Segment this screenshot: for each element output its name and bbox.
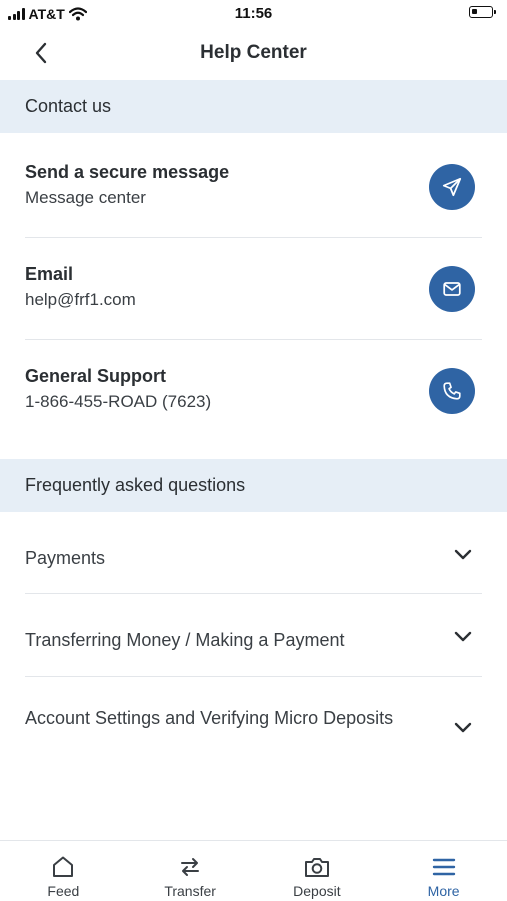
support-phone-row[interactable]: General Support 1-866-455-ROAD (7623) — [25, 340, 482, 442]
bottom-tab-bar: Feed Transfer Deposit More — [0, 840, 507, 901]
clock: 11:56 — [234, 5, 273, 22]
battery-icon — [469, 6, 496, 18]
tab-label: More — [427, 883, 460, 899]
section-title: Frequently asked questions — [25, 475, 246, 495]
tab-feed[interactable]: Feed — [0, 841, 127, 901]
tab-more[interactable]: More — [380, 841, 507, 901]
faq-item-transferring-money[interactable]: Transferring Money / Making a Payment — [25, 594, 482, 677]
mail-icon — [443, 282, 461, 296]
email-row[interactable]: Email help@frf1.com — [25, 238, 482, 340]
faq-question: Payments — [25, 548, 106, 568]
faq-question: Account Settings and Verifying Micro Dep… — [25, 708, 394, 728]
page-title: Help Center — [200, 42, 307, 63]
faq-item-payments[interactable]: Payments — [25, 512, 482, 594]
call-button[interactable] — [429, 368, 475, 414]
faq-question: Transferring Money / Making a Payment — [25, 630, 345, 650]
row-title: Email — [25, 264, 74, 284]
camera-icon — [303, 853, 331, 881]
row-title: Send a secure message — [25, 162, 230, 182]
send-message-button[interactable] — [429, 164, 475, 210]
faq-section-header: Frequently asked questions — [0, 459, 507, 512]
tab-label: Deposit — [293, 883, 341, 899]
email-button[interactable] — [429, 266, 475, 312]
row-subtitle: help@frf1.com — [25, 290, 136, 309]
row-title: General Support — [25, 366, 167, 386]
row-subtitle: 1-866-455-ROAD (7623) — [25, 392, 212, 411]
tab-label: Transfer — [164, 883, 216, 899]
contact-section-header: Contact us — [0, 80, 507, 133]
transfer-arrows-icon — [176, 853, 204, 881]
status-bar: AT&T 11:56 — [0, 0, 507, 30]
section-title: Contact us — [25, 96, 112, 116]
chevron-down-icon — [452, 717, 474, 739]
tab-deposit[interactable]: Deposit — [254, 841, 381, 901]
tab-transfer[interactable]: Transfer — [127, 841, 254, 901]
secure-message-row[interactable]: Send a secure message Message center — [25, 136, 482, 238]
nav-header: Help Center — [0, 30, 507, 78]
chevron-down-icon — [452, 626, 474, 648]
send-icon — [442, 177, 462, 197]
home-icon — [49, 853, 77, 881]
chevron-down-icon — [452, 544, 474, 566]
tab-label: Feed — [47, 883, 80, 899]
faq-item-account-settings[interactable]: Account Settings and Verifying Micro Dep… — [25, 677, 482, 777]
menu-icon — [430, 853, 458, 881]
row-subtitle: Message center — [25, 188, 146, 207]
phone-icon — [443, 382, 461, 400]
